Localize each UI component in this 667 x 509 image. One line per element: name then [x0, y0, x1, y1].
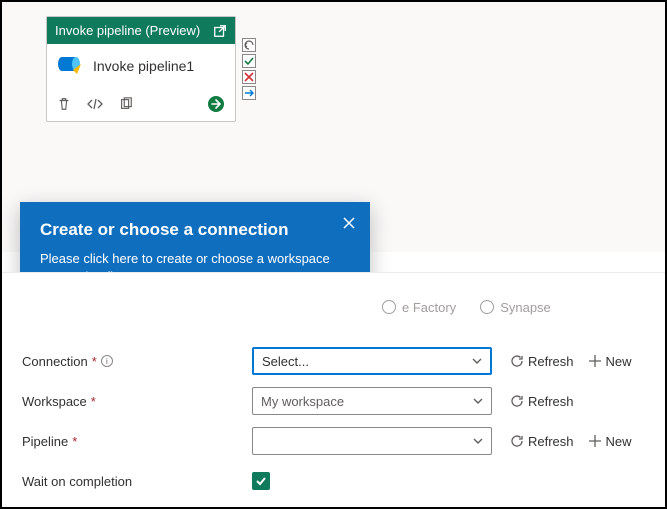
pipeline-row: Pipeline * Refresh New: [22, 421, 645, 461]
callout-title: Create or choose a connection: [40, 220, 350, 240]
required-marker: *: [92, 354, 97, 369]
copy-icon[interactable]: [119, 97, 133, 111]
code-icon[interactable]: [87, 97, 103, 111]
activity-card[interactable]: Invoke pipeline (Preview) Invoke pipelin…: [46, 16, 236, 122]
success-status-icon[interactable]: [242, 54, 256, 68]
wait-row: Wait on completion: [22, 461, 645, 501]
refresh-icon: [510, 394, 524, 408]
activity-name[interactable]: Invoke pipeline1: [93, 58, 194, 74]
undo-icon[interactable]: [242, 38, 256, 52]
new-button[interactable]: New: [588, 434, 632, 449]
refresh-button[interactable]: Refresh: [510, 394, 574, 409]
chevron-down-icon: [473, 436, 483, 446]
delete-icon[interactable]: [57, 97, 71, 111]
connection-label: Connection: [22, 354, 88, 369]
info-icon[interactable]: i: [101, 355, 113, 367]
activity-header-label: Invoke pipeline (Preview): [55, 23, 200, 38]
settings-panel: e Factory Synapse Connection * i Select.…: [2, 272, 665, 507]
run-icon[interactable]: [207, 95, 225, 113]
workspace-row: Workspace * My workspace Refresh: [22, 381, 645, 421]
workspace-value: My workspace: [261, 394, 344, 409]
activity-header: Invoke pipeline (Preview): [47, 17, 235, 44]
activity-body: Invoke pipeline1: [47, 44, 235, 87]
refresh-icon: [510, 354, 524, 368]
activity-footer: [47, 87, 235, 121]
status-column: [242, 38, 256, 100]
pipeline-label: Pipeline: [22, 434, 68, 449]
required-marker: *: [72, 434, 77, 449]
pipeline-dropdown[interactable]: [252, 427, 492, 455]
connection-value: Select...: [262, 354, 309, 369]
chevron-down-icon: [473, 396, 483, 406]
chevron-down-icon: [472, 356, 482, 366]
workspace-label: Workspace: [22, 394, 87, 409]
plus-icon: [588, 354, 602, 368]
refresh-button[interactable]: Refresh: [510, 434, 574, 449]
radio-data-factory[interactable]: e Factory: [382, 300, 456, 315]
plus-icon: [588, 434, 602, 448]
fail-status-icon[interactable]: [242, 70, 256, 84]
workspace-dropdown[interactable]: My workspace: [252, 387, 492, 415]
wait-checkbox[interactable]: [252, 472, 270, 490]
skip-status-icon[interactable]: [242, 86, 256, 100]
check-icon: [255, 475, 267, 487]
connection-dropdown[interactable]: Select...: [252, 347, 492, 375]
refresh-icon: [510, 434, 524, 448]
radio-synapse[interactable]: Synapse: [480, 300, 551, 315]
pipeline-icon: [57, 54, 83, 77]
new-button[interactable]: New: [588, 354, 632, 369]
open-external-icon[interactable]: [213, 24, 227, 38]
type-radio-row: e Factory Synapse: [22, 273, 645, 341]
close-icon[interactable]: [342, 216, 356, 233]
connection-row: Connection * i Select... Refresh New: [22, 341, 645, 381]
refresh-button[interactable]: Refresh: [510, 354, 574, 369]
required-marker: *: [91, 394, 96, 409]
wait-label: Wait on completion: [22, 474, 132, 489]
